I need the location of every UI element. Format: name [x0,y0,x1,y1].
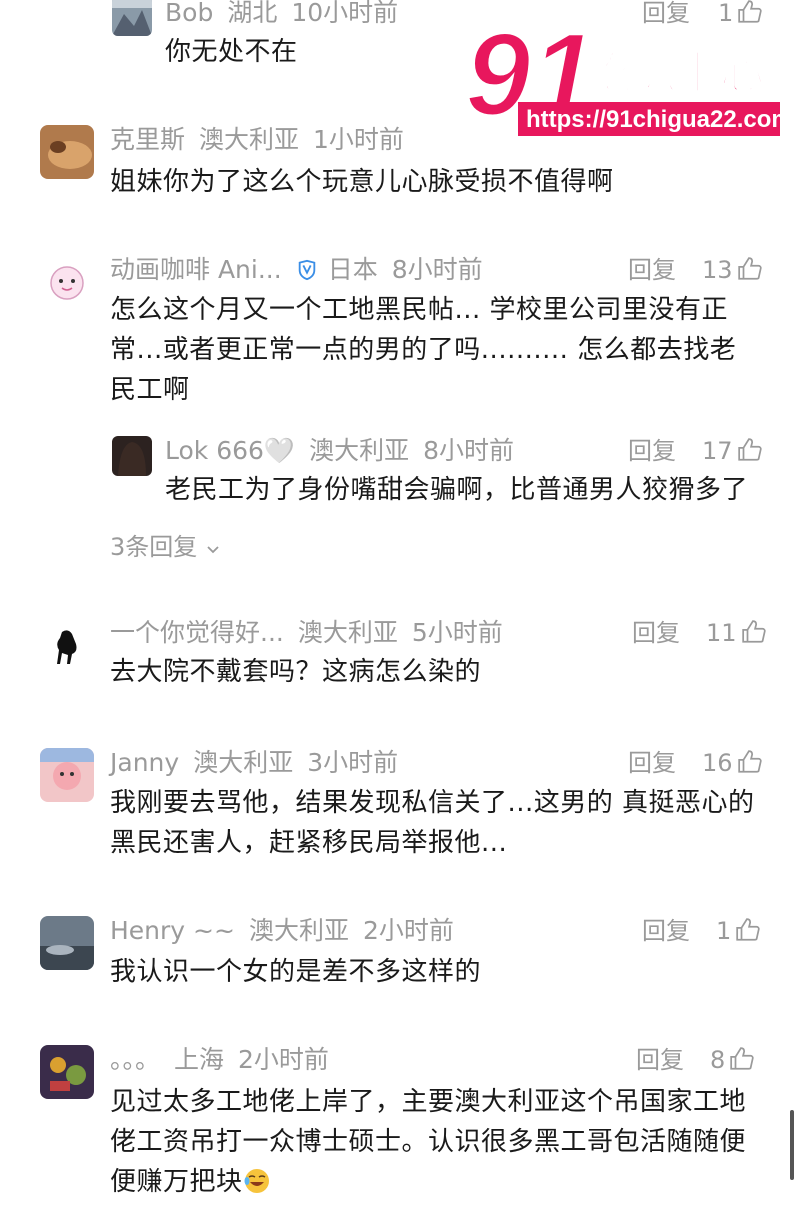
avatar[interactable] [40,255,94,309]
username[interactable]: 。。。 [110,1045,160,1074]
username[interactable]: Henry ~~ [110,916,235,945]
like-count: 8 [710,1046,726,1074]
comment-text: 我刚要去骂他，结果发现私信关了...这男的 真挺恶心的 黑民还害人，赶紧移民局举… [110,788,755,858]
timestamp: 8小时前 [391,255,483,284]
comment-text: 去大院不戴套吗？这病怎么染的 [110,657,482,687]
reply-button[interactable]: 回复 [642,916,690,946]
svg-text:https://91chigua22.com: https://91chigua22.com [526,106,790,133]
avatar[interactable] [112,0,152,36]
timestamp: 2小时前 [362,916,454,945]
username[interactable]: 动画咖啡 Ani... [110,255,282,284]
like-count: 1 [718,0,734,27]
username[interactable]: Lok 666🤍 [165,436,295,465]
reply-button[interactable]: 回复 [628,436,676,466]
comment-text: 姐妹你为了这么个玩意儿心脉受损不值得啊 [110,167,614,197]
comment-text: 老民工为了身份嘴甜会骗啊，比普通男人狡猾多了 [165,475,749,505]
watermark-logo: 91 吃瓜中心 https://91chigua22.com [460,8,793,143]
timestamp: 5小时前 [411,618,503,647]
verified-badge-icon [298,259,315,281]
comment-text-body: 见过太多工地佬上岸了，主要澳大利亚这个吊国家工地佬工资吊打一众博士硕士。认识很多… [110,1087,747,1197]
thumbs-up-icon [737,257,762,280]
thumbs-up-icon [737,438,762,461]
reply-button[interactable]: 回复 [632,618,680,648]
chevron-down-icon [207,546,219,554]
location: 澳大利亚 [199,125,300,154]
like-button[interactable]: 17 [702,436,763,466]
thumbs-up-icon [741,620,766,643]
thumbs-up-icon [730,1047,754,1070]
location: 湖北 [227,0,278,27]
laughing-tears-emoji-icon [244,1169,269,1193]
location: 澳大利亚 [297,618,398,647]
avatar[interactable] [40,1045,94,1099]
like-count: 16 [702,749,733,777]
username[interactable]: Bob [165,0,213,27]
username[interactable]: 克里斯 [110,125,185,154]
reply-button[interactable]: 回复 [628,255,676,285]
like-count: 13 [702,256,733,284]
like-button[interactable]: 1 [718,0,763,28]
like-count: 1 [716,917,732,945]
timestamp: 3小时前 [307,748,399,777]
timestamp: 10小时前 [291,0,399,27]
comment-meta: Lok 666🤍 澳大利亚 8小时前 [165,436,528,466]
like-button[interactable]: 1 [716,916,761,946]
timestamp: 2小时前 [238,1045,329,1074]
avatar[interactable] [40,125,94,179]
reply-button[interactable]: 回复 [636,1045,684,1075]
comment-text: 见过太多工地佬上岸了，主要澳大利亚这个吊国家工地佬工资吊打一众博士硕士。认识很多… [110,1082,770,1202]
expand-replies-button[interactable]: 3条回复 [110,532,221,562]
location: 澳大利亚 [309,436,410,465]
like-button[interactable]: 16 [702,748,763,778]
comment-meta: Henry ~~ 澳大利亚 2小时前 [110,916,468,946]
location: 上海 [174,1045,225,1074]
comment-text: 你无处不在 [165,37,298,67]
location: 澳大利亚 [193,748,294,777]
thumbs-up-icon [736,918,760,941]
more-replies-label: 3条回复 [110,533,198,561]
like-button[interactable]: 13 [702,255,763,285]
like-count: 11 [706,619,737,647]
avatar[interactable] [40,916,94,970]
timestamp: 8小时前 [423,436,514,465]
thumbs-up-icon [737,750,762,773]
timestamp: 1小时前 [313,125,404,154]
username[interactable]: Janny [110,748,179,777]
username[interactable]: 一个你觉得好... [110,618,284,647]
comment-meta: 。。。 上海 2小时前 [110,1045,343,1075]
reply-button[interactable]: 回复 [628,748,676,778]
reply-button[interactable]: 回复 [642,0,690,28]
avatar[interactable] [40,748,94,802]
comment-text: 怎么这个月又一个工地黑民帖... 学校里公司里没有正常...或者更正常一点的男的… [110,295,737,405]
comment-text: 我认识一个女的是差不多这样的 [110,957,482,987]
comment-meta: 克里斯 澳大利亚 1小时前 [110,125,418,155]
like-button[interactable]: 11 [706,618,767,648]
comment-meta: 动画咖啡 Ani... 日本 8小时前 [110,255,497,285]
like-button[interactable]: 8 [710,1045,755,1075]
scrollbar[interactable] [790,1110,794,1180]
avatar[interactable] [40,618,94,672]
comment-meta: Janny 澳大利亚 3小时前 [110,748,412,778]
comment-meta: Bob 湖北 10小时前 [165,0,412,28]
location: 澳大利亚 [248,916,349,945]
location: 日本 [327,255,378,284]
like-count: 17 [702,437,733,465]
thumbs-up-icon [738,0,762,23]
comment-meta: 一个你觉得好... 澳大利亚 5小时前 [110,618,517,648]
avatar[interactable] [112,436,152,476]
